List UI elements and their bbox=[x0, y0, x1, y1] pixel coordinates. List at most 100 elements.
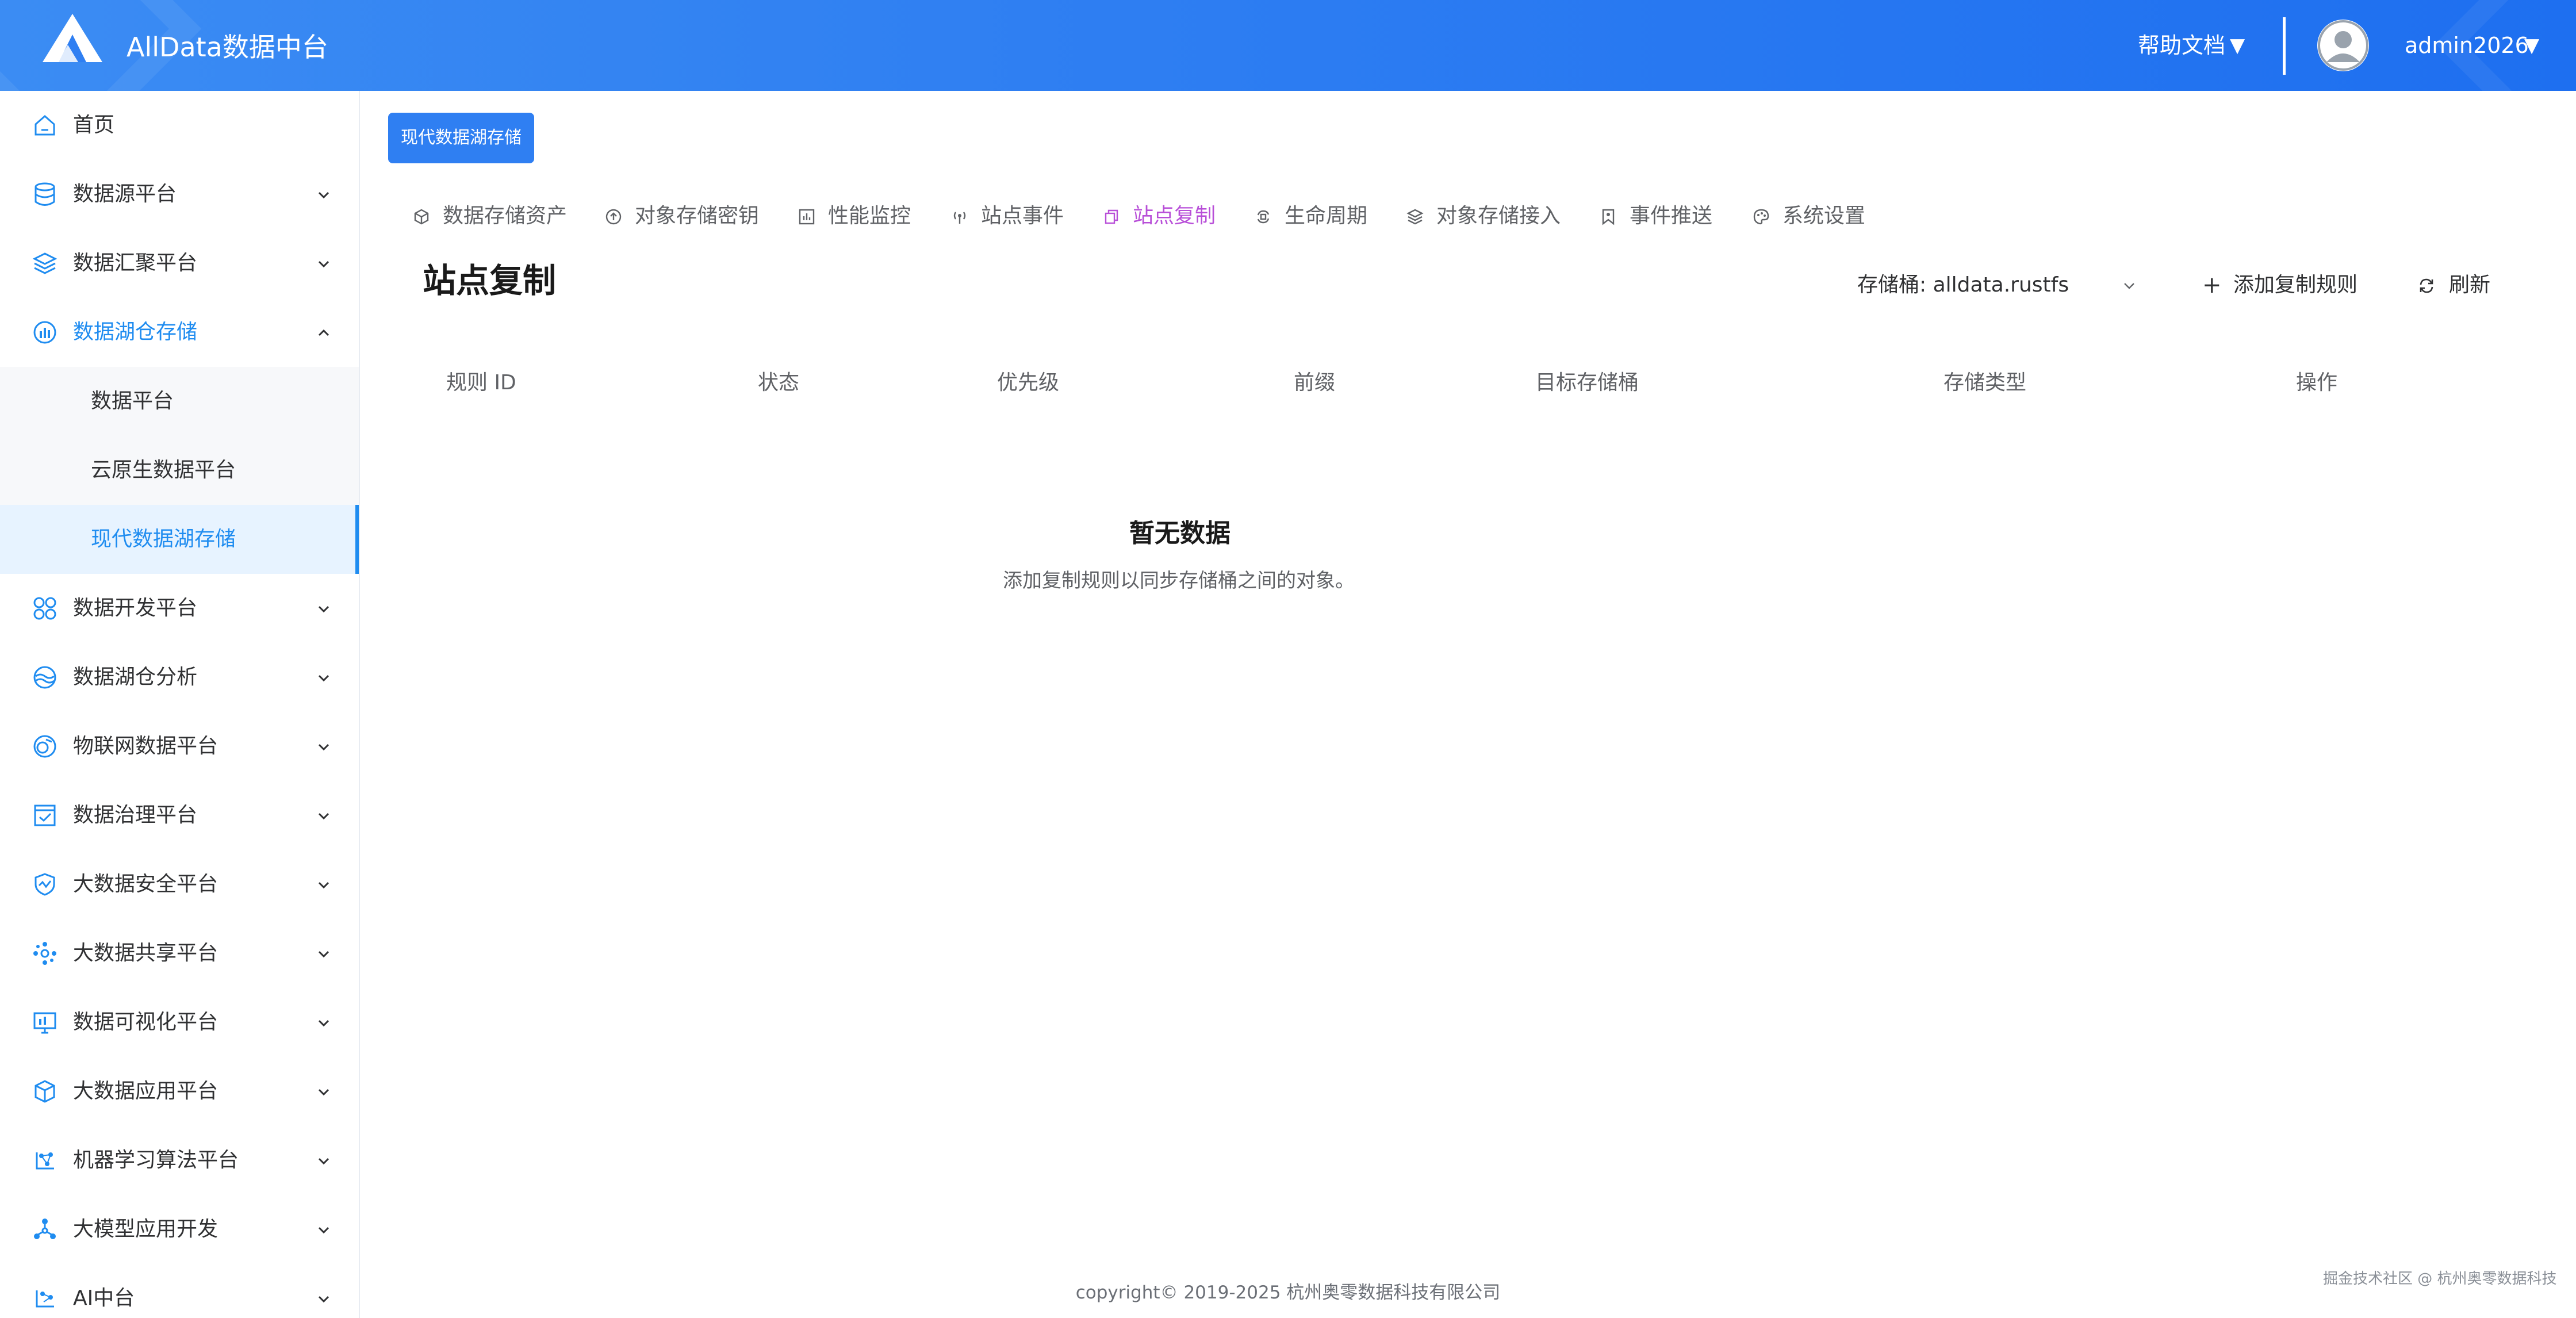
sidebar-item-datasource[interactable]: 数据源平台 bbox=[0, 160, 359, 229]
sidebar-item-label: 数据湖仓存储 bbox=[73, 320, 198, 344]
column-header-actions: 操作 bbox=[2296, 371, 2338, 394]
sidebar-item-label: 数据可视化平台 bbox=[73, 1010, 218, 1034]
page-title: 站点复制 bbox=[423, 261, 557, 300]
sidebar-subitem-label: 数据平台 bbox=[91, 389, 174, 413]
chevron-down-icon bbox=[318, 1227, 329, 1234]
add-replication-rule-button[interactable]: + 添加复制规则 bbox=[2202, 268, 2369, 302]
add-rule-label: 添加复制规则 bbox=[2233, 273, 2358, 297]
tab-label: 站点复制 bbox=[1133, 204, 1216, 228]
sidebar-item-iot[interactable]: 物联网数据平台 bbox=[0, 712, 359, 781]
home-icon bbox=[34, 115, 55, 136]
chevron-down-icon bbox=[318, 882, 329, 889]
stack-icon bbox=[1406, 209, 1424, 225]
user-avatar-icon bbox=[2318, 20, 2368, 71]
sidebar-item-label: 物联网数据平台 bbox=[73, 734, 218, 758]
column-header-storage-class: 存储类型 bbox=[1943, 371, 2027, 394]
sidebar-item-label: 首页 bbox=[73, 113, 115, 137]
sidebar-item-label: 大数据安全平台 bbox=[73, 872, 218, 896]
breadcrumb-tag[interactable]: 现代数据湖存储 bbox=[388, 113, 534, 163]
chevron-down-icon bbox=[318, 1020, 329, 1027]
chevron-down-icon bbox=[318, 744, 329, 751]
sidebar-item-aggregation[interactable]: 数据汇聚平台 bbox=[0, 229, 359, 298]
bookmark-icon bbox=[1602, 209, 1615, 225]
refresh-label: 刷新 bbox=[2449, 273, 2491, 297]
sidebar-item-label: 数据湖仓分析 bbox=[73, 665, 198, 689]
copy-icon bbox=[1105, 209, 1118, 224]
sidebar-item-ai[interactable]: AI中台 bbox=[0, 1264, 359, 1318]
ml-icon bbox=[36, 1152, 54, 1170]
palette-icon bbox=[1753, 209, 1769, 225]
bar-chart-icon bbox=[799, 209, 815, 225]
column-header-rule-id: 规则 ID bbox=[446, 371, 516, 394]
analysis-icon bbox=[33, 666, 56, 689]
sidebar-subitem-data-platform[interactable]: 数据平台 bbox=[0, 367, 359, 436]
key-circle-icon bbox=[605, 209, 622, 225]
help-docs-link[interactable]: 帮助文档 bbox=[2138, 30, 2225, 61]
sidebar-item-security[interactable]: 大数据安全平台 bbox=[0, 850, 359, 919]
chevron-down-icon bbox=[2124, 283, 2134, 289]
governance-icon bbox=[34, 804, 56, 826]
apps-icon bbox=[33, 597, 56, 620]
sidebar-item-dev-platform[interactable]: 数据开发平台 bbox=[0, 574, 359, 643]
sidebar-item-label: 机器学习算法平台 bbox=[73, 1148, 239, 1172]
tab-label: 对象存储密钥 bbox=[635, 204, 760, 228]
chevron-down-icon bbox=[318, 606, 329, 613]
user-avatar[interactable] bbox=[2317, 20, 2369, 71]
shield-icon bbox=[34, 873, 55, 896]
cycle-icon bbox=[1257, 210, 1270, 224]
sidebar-subitem-modern-lake-storage[interactable]: 现代数据湖存储 bbox=[0, 505, 359, 574]
copyright-text: copyright© 2019-2025 杭州奥零数据科技有限公司 bbox=[1075, 1282, 1501, 1303]
top-header: AllData数据中台 帮助文档 ▼ admin2026 ▼ bbox=[0, 0, 2576, 91]
column-header-prefix: 前缀 bbox=[1294, 371, 1336, 394]
empty-state-description: 添加复制规则以同步存储桶之间的对象。 bbox=[1003, 569, 1355, 592]
chevron-down-icon bbox=[318, 951, 329, 958]
sidebar-subitem-label: 云原生数据平台 bbox=[91, 458, 236, 482]
sidebar-item-home[interactable]: 首页 bbox=[0, 91, 359, 160]
tab-label: 性能监控 bbox=[828, 204, 911, 228]
sidebar-item-label: 数据开发平台 bbox=[73, 596, 198, 620]
sidebar-item-sharing[interactable]: 大数据共享平台 bbox=[0, 919, 359, 988]
selected-indicator bbox=[355, 505, 359, 574]
chevron-down-icon bbox=[318, 191, 329, 199]
sidebar-item-label: 数据源平台 bbox=[73, 182, 177, 206]
plus-icon: + bbox=[2202, 272, 2222, 298]
box-icon bbox=[414, 209, 429, 225]
sidebar-item-governance[interactable]: 数据治理平台 bbox=[0, 781, 359, 850]
tab-label: 系统设置 bbox=[1782, 204, 1866, 228]
sidebar-item-label: 大数据共享平台 bbox=[73, 941, 218, 965]
sidebar-subitem-cloud-native[interactable]: 云原生数据平台 bbox=[0, 436, 359, 505]
sidebar-item-llm[interactable]: 大模型应用开发 bbox=[0, 1195, 359, 1264]
chevron-down-icon bbox=[318, 1089, 329, 1096]
sidebar-item-visualization[interactable]: 数据可视化平台 bbox=[0, 988, 359, 1057]
tab-label: 对象存储接入 bbox=[1436, 204, 1561, 228]
monitor-icon bbox=[33, 1012, 56, 1034]
app-title: AllData数据中台 bbox=[126, 32, 328, 63]
chevron-up-icon bbox=[318, 329, 329, 336]
logo-icon[interactable] bbox=[40, 12, 105, 64]
refresh-button[interactable]: 刷新 bbox=[2418, 268, 2510, 302]
sidebar-item-application[interactable]: 大数据应用平台 bbox=[0, 1057, 359, 1126]
sidebar-item-lakehouse-analysis[interactable]: 数据湖仓分析 bbox=[0, 643, 359, 712]
help-dropdown-caret-icon[interactable]: ▼ bbox=[2230, 30, 2245, 61]
iot-icon bbox=[33, 735, 56, 758]
user-dropdown-caret-icon[interactable]: ▼ bbox=[2524, 30, 2539, 61]
user-name[interactable]: admin2026 bbox=[2405, 30, 2529, 61]
lakehouse-icon bbox=[33, 321, 56, 344]
tab-label: 数据存储资产 bbox=[443, 204, 568, 228]
ai-icon bbox=[36, 1290, 54, 1308]
tab-label: 生命周期 bbox=[1285, 204, 1368, 228]
bucket-select[interactable]: 存储桶: alldata.rustfs bbox=[1857, 268, 2145, 302]
sidebar-item-label: 数据治理平台 bbox=[73, 803, 198, 827]
tab-label: 事件推送 bbox=[1630, 204, 1713, 228]
chevron-down-icon bbox=[318, 675, 329, 682]
refresh-icon bbox=[2420, 278, 2433, 293]
chevron-down-icon bbox=[318, 1296, 329, 1303]
database-icon bbox=[34, 182, 55, 206]
layers-icon bbox=[32, 252, 57, 274]
chevron-down-icon bbox=[318, 1158, 329, 1165]
cube-icon bbox=[34, 1080, 55, 1103]
sidebar-item-lakehouse-storage[interactable]: 数据湖仓存储 bbox=[0, 298, 359, 367]
sidebar-item-label: AI中台 bbox=[73, 1286, 135, 1310]
sidebar-item-ml[interactable]: 机器学习算法平台 bbox=[0, 1126, 359, 1195]
header-divider bbox=[2283, 17, 2286, 75]
